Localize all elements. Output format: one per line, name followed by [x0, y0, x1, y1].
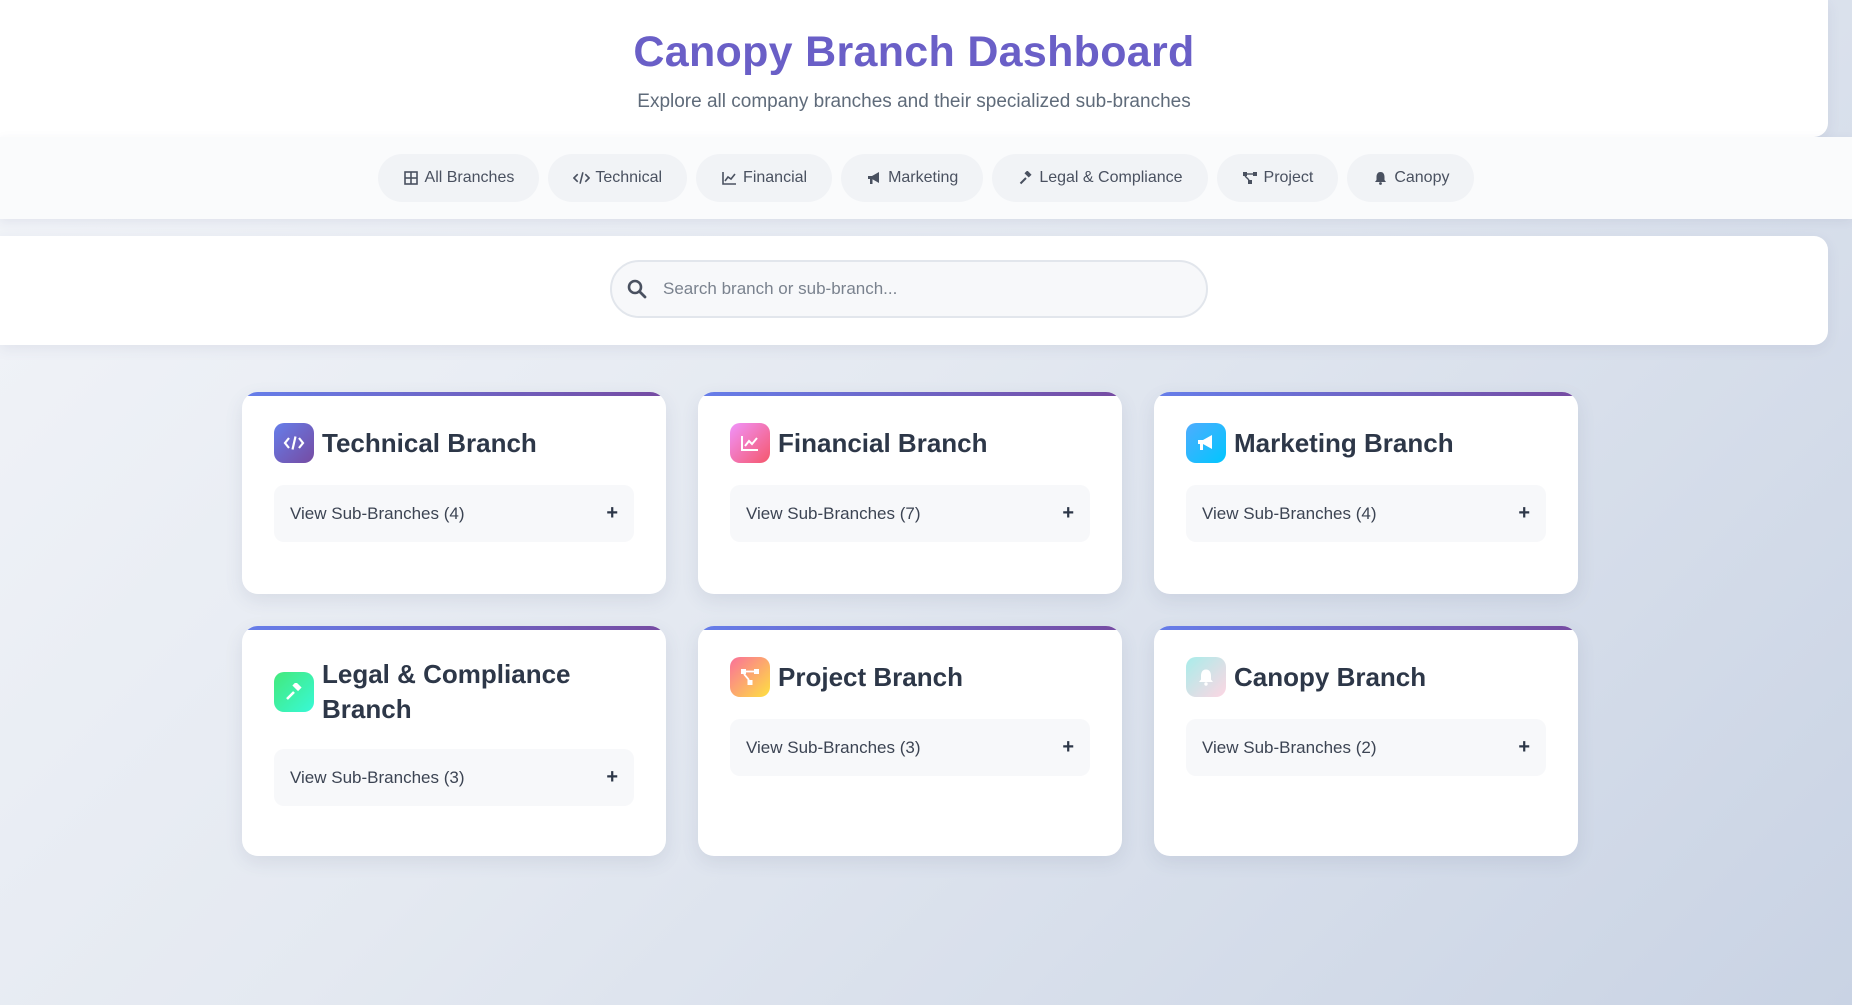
toggle-label: View Sub-Branches (3)	[290, 767, 465, 787]
filter-label: Marketing	[888, 169, 959, 186]
branch-grid: Technical Branch View Sub-Branches (4) +…	[242, 392, 1578, 856]
bell-icon	[1186, 657, 1226, 697]
search-input[interactable]	[661, 278, 1165, 300]
filter-label: All Branches	[424, 169, 515, 186]
branch-card-technical: Technical Branch View Sub-Branches (4) +	[242, 392, 666, 594]
project-diagram-icon	[730, 657, 770, 697]
plus-icon: +	[1518, 736, 1530, 758]
filter-legal-compliance[interactable]: Legal & Compliance	[992, 154, 1208, 202]
toggle-label: View Sub-Branches (3)	[746, 737, 921, 757]
card-title: Legal & Compliance Branch	[322, 659, 571, 724]
branch-card-marketing: Marketing Branch View Sub-Branches (4) +	[1154, 392, 1578, 594]
filter-canopy[interactable]: Canopy	[1347, 154, 1475, 202]
toggle-label: View Sub-Branches (7)	[746, 503, 921, 523]
view-sub-branches-button[interactable]: View Sub-Branches (3) +	[730, 719, 1090, 776]
filter-label: Legal & Compliance	[1039, 169, 1183, 186]
filter-label: Canopy	[1394, 169, 1450, 186]
filter-financial[interactable]: Financial	[696, 154, 833, 202]
view-sub-branches-button[interactable]: View Sub-Branches (2) +	[1186, 719, 1546, 776]
filter-marketing[interactable]: Marketing	[841, 154, 984, 202]
card-title: Technical Branch	[322, 427, 537, 458]
megaphone-icon	[1186, 423, 1226, 463]
view-sub-branches-button[interactable]: View Sub-Branches (7) +	[730, 485, 1090, 542]
toggle-label: View Sub-Branches (4)	[290, 503, 465, 523]
bell-icon	[1372, 170, 1389, 187]
filter-all-branches[interactable]: All Branches	[377, 154, 540, 202]
search-icon	[626, 278, 648, 300]
chart-line-icon	[730, 423, 770, 463]
plus-icon: +	[1062, 736, 1074, 758]
filter-project[interactable]: Project	[1216, 154, 1339, 202]
card-title: Project Branch	[778, 661, 963, 692]
card-title: Canopy Branch	[1234, 661, 1427, 692]
page-title: Canopy Branch Dashboard	[633, 28, 1195, 76]
branch-filter-bar: All Branches Technical Financial Marketi…	[0, 137, 1852, 219]
plus-icon: +	[606, 766, 618, 788]
gavel-icon	[274, 672, 314, 712]
branch-card-legal-compliance: Legal & Compliance Branch View Sub-Branc…	[242, 626, 666, 856]
view-sub-branches-button[interactable]: View Sub-Branches (4) +	[274, 485, 634, 542]
chart-line-icon	[721, 170, 738, 187]
card-title: Marketing Branch	[1234, 427, 1454, 458]
plus-icon: +	[1062, 502, 1074, 524]
filter-label: Project	[1263, 169, 1314, 186]
code-icon	[573, 170, 591, 187]
gavel-icon	[1017, 170, 1034, 187]
toggle-label: View Sub-Branches (4)	[1202, 503, 1377, 523]
card-title: Financial Branch	[778, 427, 988, 458]
filter-label: Financial	[743, 169, 808, 186]
branch-card-financial: Financial Branch View Sub-Branches (7) +	[698, 392, 1122, 594]
plus-icon: +	[606, 502, 618, 524]
view-sub-branches-button[interactable]: View Sub-Branches (3) +	[274, 749, 634, 806]
page-header: Canopy Branch Dashboard Explore all comp…	[0, 0, 1828, 137]
project-diagram-icon	[1242, 170, 1259, 187]
code-icon	[274, 423, 314, 463]
filter-label: Technical	[595, 169, 663, 186]
search-panel	[0, 236, 1828, 345]
grid-icon	[403, 170, 420, 187]
toggle-label: View Sub-Branches (2)	[1202, 737, 1377, 757]
branch-card-canopy: Canopy Branch View Sub-Branches (2) +	[1154, 626, 1578, 856]
view-sub-branches-button[interactable]: View Sub-Branches (4) +	[1186, 485, 1546, 542]
plus-icon: +	[1518, 502, 1530, 524]
search-box[interactable]	[610, 260, 1208, 318]
filter-technical[interactable]: Technical	[548, 154, 688, 202]
megaphone-icon	[866, 170, 883, 187]
branch-card-project: Project Branch View Sub-Branches (3) +	[698, 626, 1122, 856]
page-subtitle: Explore all company branches and their s…	[637, 91, 1191, 112]
